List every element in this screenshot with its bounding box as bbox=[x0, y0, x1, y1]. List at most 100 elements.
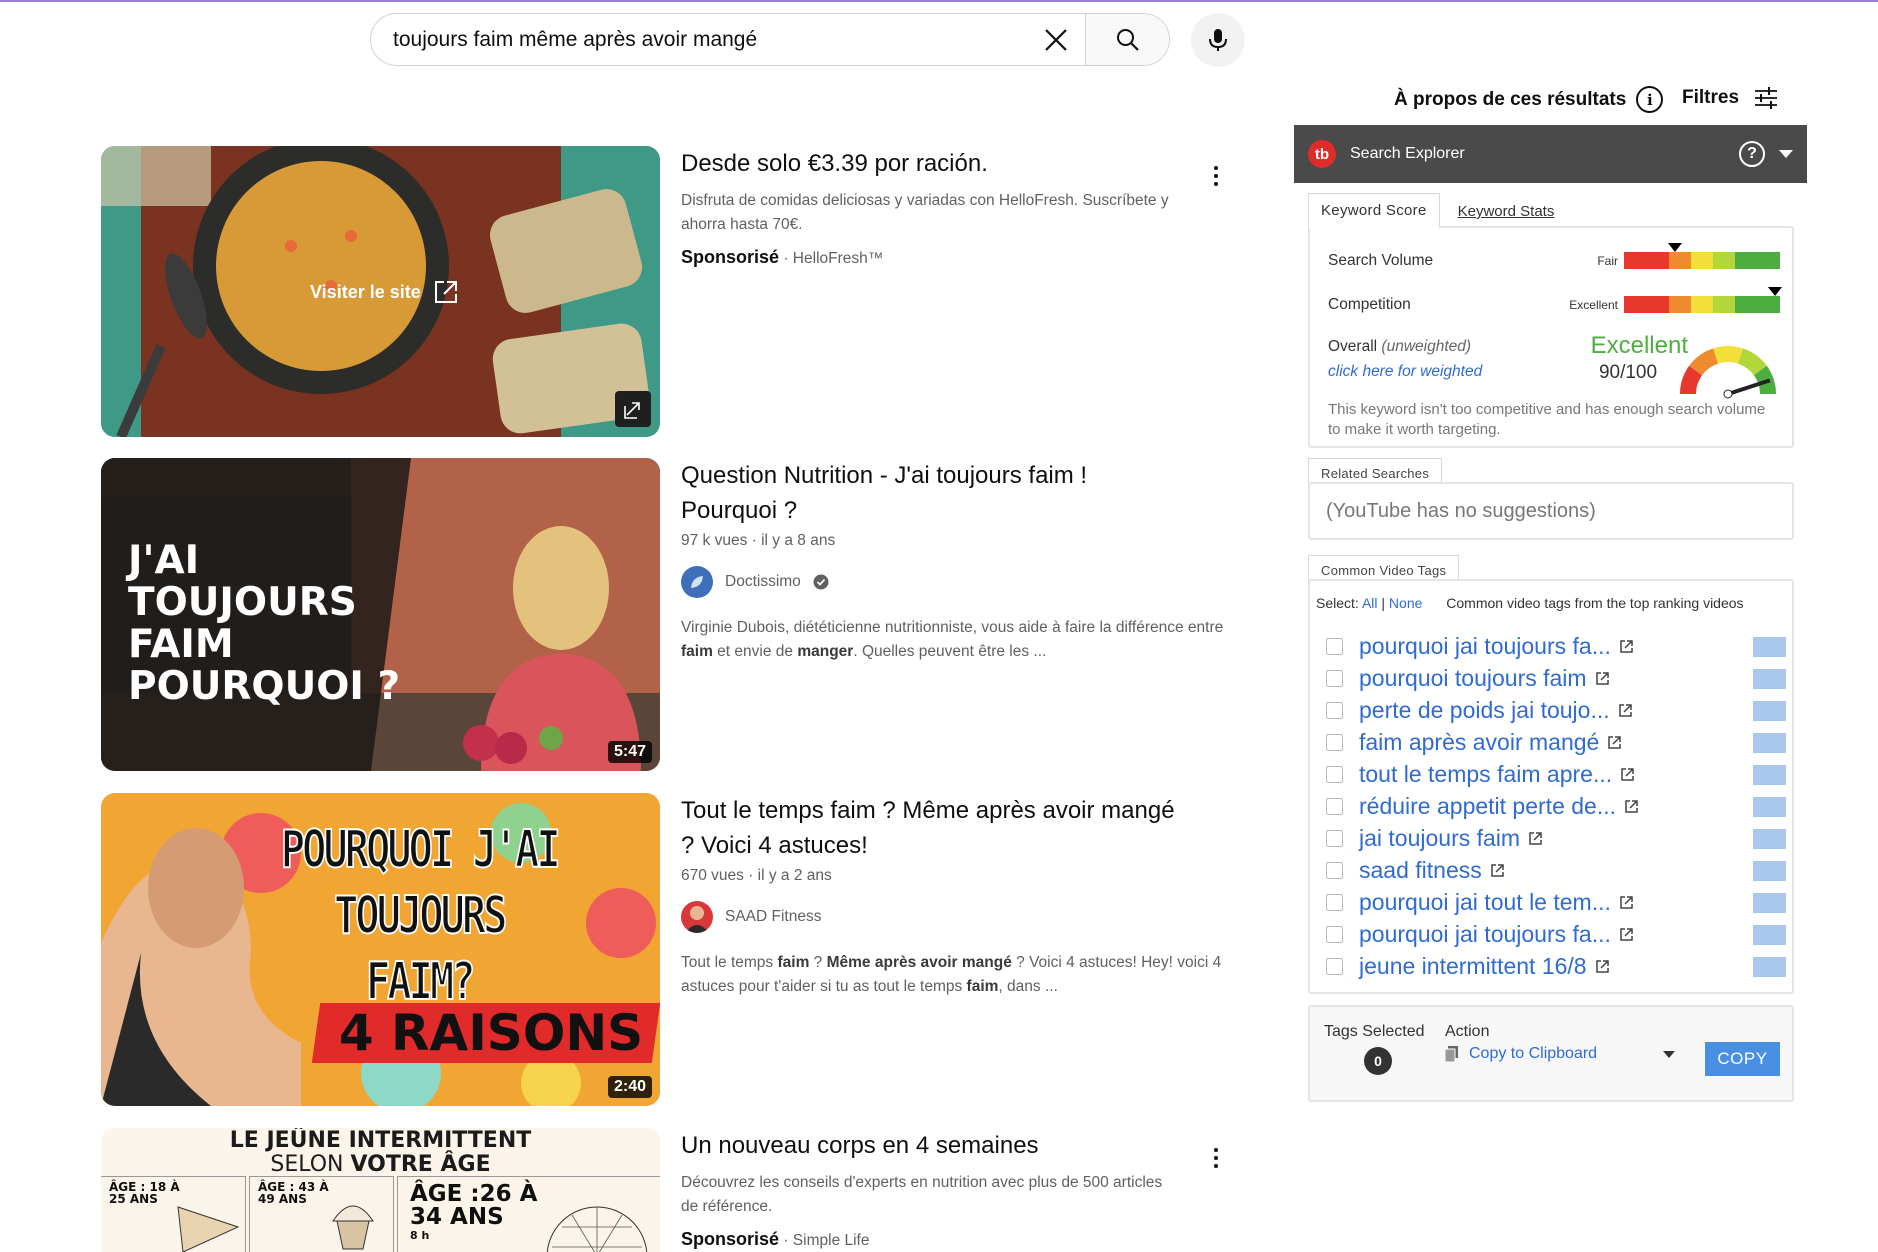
tag-row: saad fitness bbox=[1326, 857, 1786, 884]
tag-link[interactable]: pourquoi jai toujours fa... bbox=[1359, 633, 1611, 660]
competition-rating: Excellent bbox=[1569, 297, 1618, 312]
tag-row: tout le temps faim apre... bbox=[1326, 761, 1786, 788]
tag-row: jeune intermittent 16/8 bbox=[1326, 953, 1786, 980]
tag-link[interactable]: tout le temps faim apre... bbox=[1359, 761, 1612, 788]
video-result[interactable]: POURQUOI J'AI TOUJOURS FAIM? 4 RAISONS 2… bbox=[101, 793, 1251, 1106]
overall-gauge bbox=[1680, 346, 1776, 399]
ad-thumbnail[interactable]: Visiter le site bbox=[101, 146, 660, 437]
select-none-link[interactable]: None bbox=[1389, 595, 1422, 611]
video-thumbnail[interactable]: J'AI TOUJOURS FAIM POURQUOI ? 5:47 bbox=[101, 458, 660, 771]
ad-title[interactable]: Desde solo €3.39 por ración. bbox=[681, 146, 1181, 181]
overall-label: Overall (unweighted) bbox=[1328, 338, 1472, 355]
gauge-segment bbox=[1737, 348, 1767, 376]
search-button[interactable] bbox=[1085, 14, 1169, 65]
external-link-icon[interactable] bbox=[1619, 927, 1634, 942]
external-link-icon[interactable] bbox=[1595, 671, 1610, 686]
video-result[interactable]: J'AI TOUJOURS FAIM POURQUOI ? 5:47 Quest… bbox=[101, 458, 1251, 771]
tag-checkbox[interactable] bbox=[1326, 766, 1343, 783]
select-all-link[interactable]: All bbox=[1362, 595, 1378, 611]
ad-result[interactable]: Visiter le site Desde solo €3.39 por rac… bbox=[101, 146, 1251, 437]
tag-checkbox[interactable] bbox=[1326, 670, 1343, 687]
external-link-icon[interactable] bbox=[1618, 703, 1633, 718]
about-results-link[interactable]: À propos de ces résultats i bbox=[1394, 86, 1664, 113]
tab-keyword-stats[interactable]: Keyword Stats bbox=[1440, 195, 1573, 228]
video-title[interactable]: Question Nutrition - J'ai toujours faim … bbox=[681, 458, 1181, 528]
video-duration: 5:47 bbox=[607, 741, 652, 763]
about-label: À propos de ces résultats bbox=[1394, 88, 1627, 110]
ad-title[interactable]: Un nouveau corps en 4 semaines bbox=[681, 1128, 1181, 1163]
video-thumbnail[interactable]: POURQUOI J'AI TOUJOURS FAIM? 4 RAISONS 2… bbox=[101, 793, 660, 1106]
video-info: Question Nutrition - J'ai toujours faim … bbox=[681, 458, 1223, 664]
channel-avatar[interactable] bbox=[681, 901, 713, 933]
tag-checkbox[interactable] bbox=[1326, 798, 1343, 815]
action-select[interactable]: Copy to Clipboard bbox=[1445, 1045, 1675, 1063]
tag-link[interactable]: faim après avoir mangé bbox=[1359, 729, 1599, 756]
filters-label: Filtres bbox=[1682, 87, 1740, 108]
clipboard-icon bbox=[1445, 1046, 1458, 1062]
tag-checkbox[interactable] bbox=[1326, 958, 1343, 975]
tag-checkbox[interactable] bbox=[1326, 734, 1343, 751]
ad-result[interactable]: LE JEÛNE INTERMITTENT SELON VOTRE ÂGE ÂG… bbox=[101, 1128, 1251, 1252]
clear-search-button[interactable] bbox=[1027, 14, 1085, 65]
voice-search-button[interactable] bbox=[1191, 13, 1245, 67]
overall-rating: Excellent bbox=[1590, 332, 1688, 359]
weighted-link[interactable]: click here for weighted bbox=[1328, 363, 1482, 381]
external-link-icon[interactable] bbox=[1607, 735, 1622, 750]
tag-link[interactable]: pourquoi jai tout le tem... bbox=[1359, 889, 1611, 916]
more-options-button[interactable] bbox=[1206, 1148, 1226, 1168]
video-title[interactable]: Tout le temps faim ? Même après avoir ma… bbox=[681, 793, 1181, 863]
channel-name[interactable]: SAAD Fitness bbox=[725, 908, 821, 926]
external-link-icon[interactable] bbox=[1620, 767, 1635, 782]
tag-row: faim après avoir mangé bbox=[1326, 729, 1786, 756]
tab-keyword-score[interactable]: Keyword Score bbox=[1308, 193, 1440, 228]
more-options-button[interactable] bbox=[1206, 166, 1226, 186]
search-explorer-title: Search Explorer bbox=[1350, 145, 1465, 162]
filters-button[interactable]: Filtres bbox=[1682, 86, 1779, 110]
external-link-icon[interactable] bbox=[1619, 639, 1634, 654]
tag-row: jai toujours faim bbox=[1326, 825, 1786, 852]
tag-link[interactable]: perte de poids jai toujo... bbox=[1359, 697, 1610, 724]
channel-link[interactable]: Doctissimo bbox=[681, 566, 1181, 598]
tag-action-box: Tags Selected 0 Action Copy to Clipboard… bbox=[1308, 1005, 1794, 1102]
channel-name[interactable]: Doctissimo bbox=[725, 573, 801, 591]
verified-icon bbox=[813, 574, 829, 590]
gauge-segment bbox=[1680, 365, 1703, 395]
ad-sponsor-line: Sponsorisé · Simple Life bbox=[681, 1229, 1181, 1250]
tag-checkbox[interactable] bbox=[1326, 702, 1343, 719]
keyword-tabs: Keyword Score Keyword Stats bbox=[1308, 193, 1572, 228]
external-link-icon[interactable] bbox=[1624, 799, 1639, 814]
tag-row: pourquoi jai toujours fa... bbox=[1326, 633, 1786, 660]
search-icon bbox=[1116, 28, 1139, 51]
channel-link[interactable]: SAAD Fitness bbox=[681, 901, 1181, 933]
video-meta: 670 vues · il y a 2 ans bbox=[681, 867, 832, 884]
advertiser-name[interactable]: · Simple Life bbox=[783, 1232, 869, 1249]
collapse-caret-icon[interactable] bbox=[1779, 150, 1793, 158]
visit-site-button[interactable]: Visiter le site bbox=[310, 279, 459, 305]
tag-checkbox[interactable] bbox=[1326, 638, 1343, 655]
tag-link[interactable]: jeune intermittent 16/8 bbox=[1359, 953, 1587, 980]
related-empty-text: (YouTube has no suggestions) bbox=[1326, 500, 1596, 522]
sliders-icon bbox=[1755, 87, 1778, 109]
tag-link[interactable]: pourquoi toujours faim bbox=[1359, 665, 1587, 692]
external-link-icon[interactable] bbox=[1490, 863, 1505, 878]
tags-selected-count: 0 bbox=[1364, 1047, 1392, 1075]
copy-button[interactable]: COPY bbox=[1705, 1042, 1780, 1076]
tag-link[interactable]: réduire appetit perte de... bbox=[1359, 793, 1616, 820]
tag-checkbox[interactable] bbox=[1326, 830, 1343, 847]
channel-avatar[interactable] bbox=[681, 566, 713, 598]
ad-thumbnail[interactable]: LE JEÛNE INTERMITTENT SELON VOTRE ÂGE ÂG… bbox=[101, 1128, 660, 1252]
help-icon[interactable]: ? bbox=[1739, 141, 1765, 167]
advertiser-name[interactable]: · HelloFresh™ bbox=[783, 250, 883, 267]
tag-link[interactable]: jai toujours faim bbox=[1359, 825, 1520, 852]
visit-site-label: Visiter le site bbox=[310, 281, 421, 302]
tag-checkbox[interactable] bbox=[1326, 894, 1343, 911]
tag-checkbox[interactable] bbox=[1326, 926, 1343, 943]
external-link-icon[interactable] bbox=[1619, 895, 1634, 910]
external-link-icon[interactable] bbox=[1528, 831, 1543, 846]
external-link-icon[interactable] bbox=[1595, 959, 1610, 974]
tag-link[interactable]: saad fitness bbox=[1359, 857, 1482, 884]
tag-checkbox[interactable] bbox=[1326, 862, 1343, 879]
tag-link[interactable]: pourquoi jai toujours fa... bbox=[1359, 921, 1611, 948]
thumbnail-banner-text: 4 RAISONS bbox=[338, 1004, 644, 1062]
search-input[interactable] bbox=[371, 14, 1027, 65]
